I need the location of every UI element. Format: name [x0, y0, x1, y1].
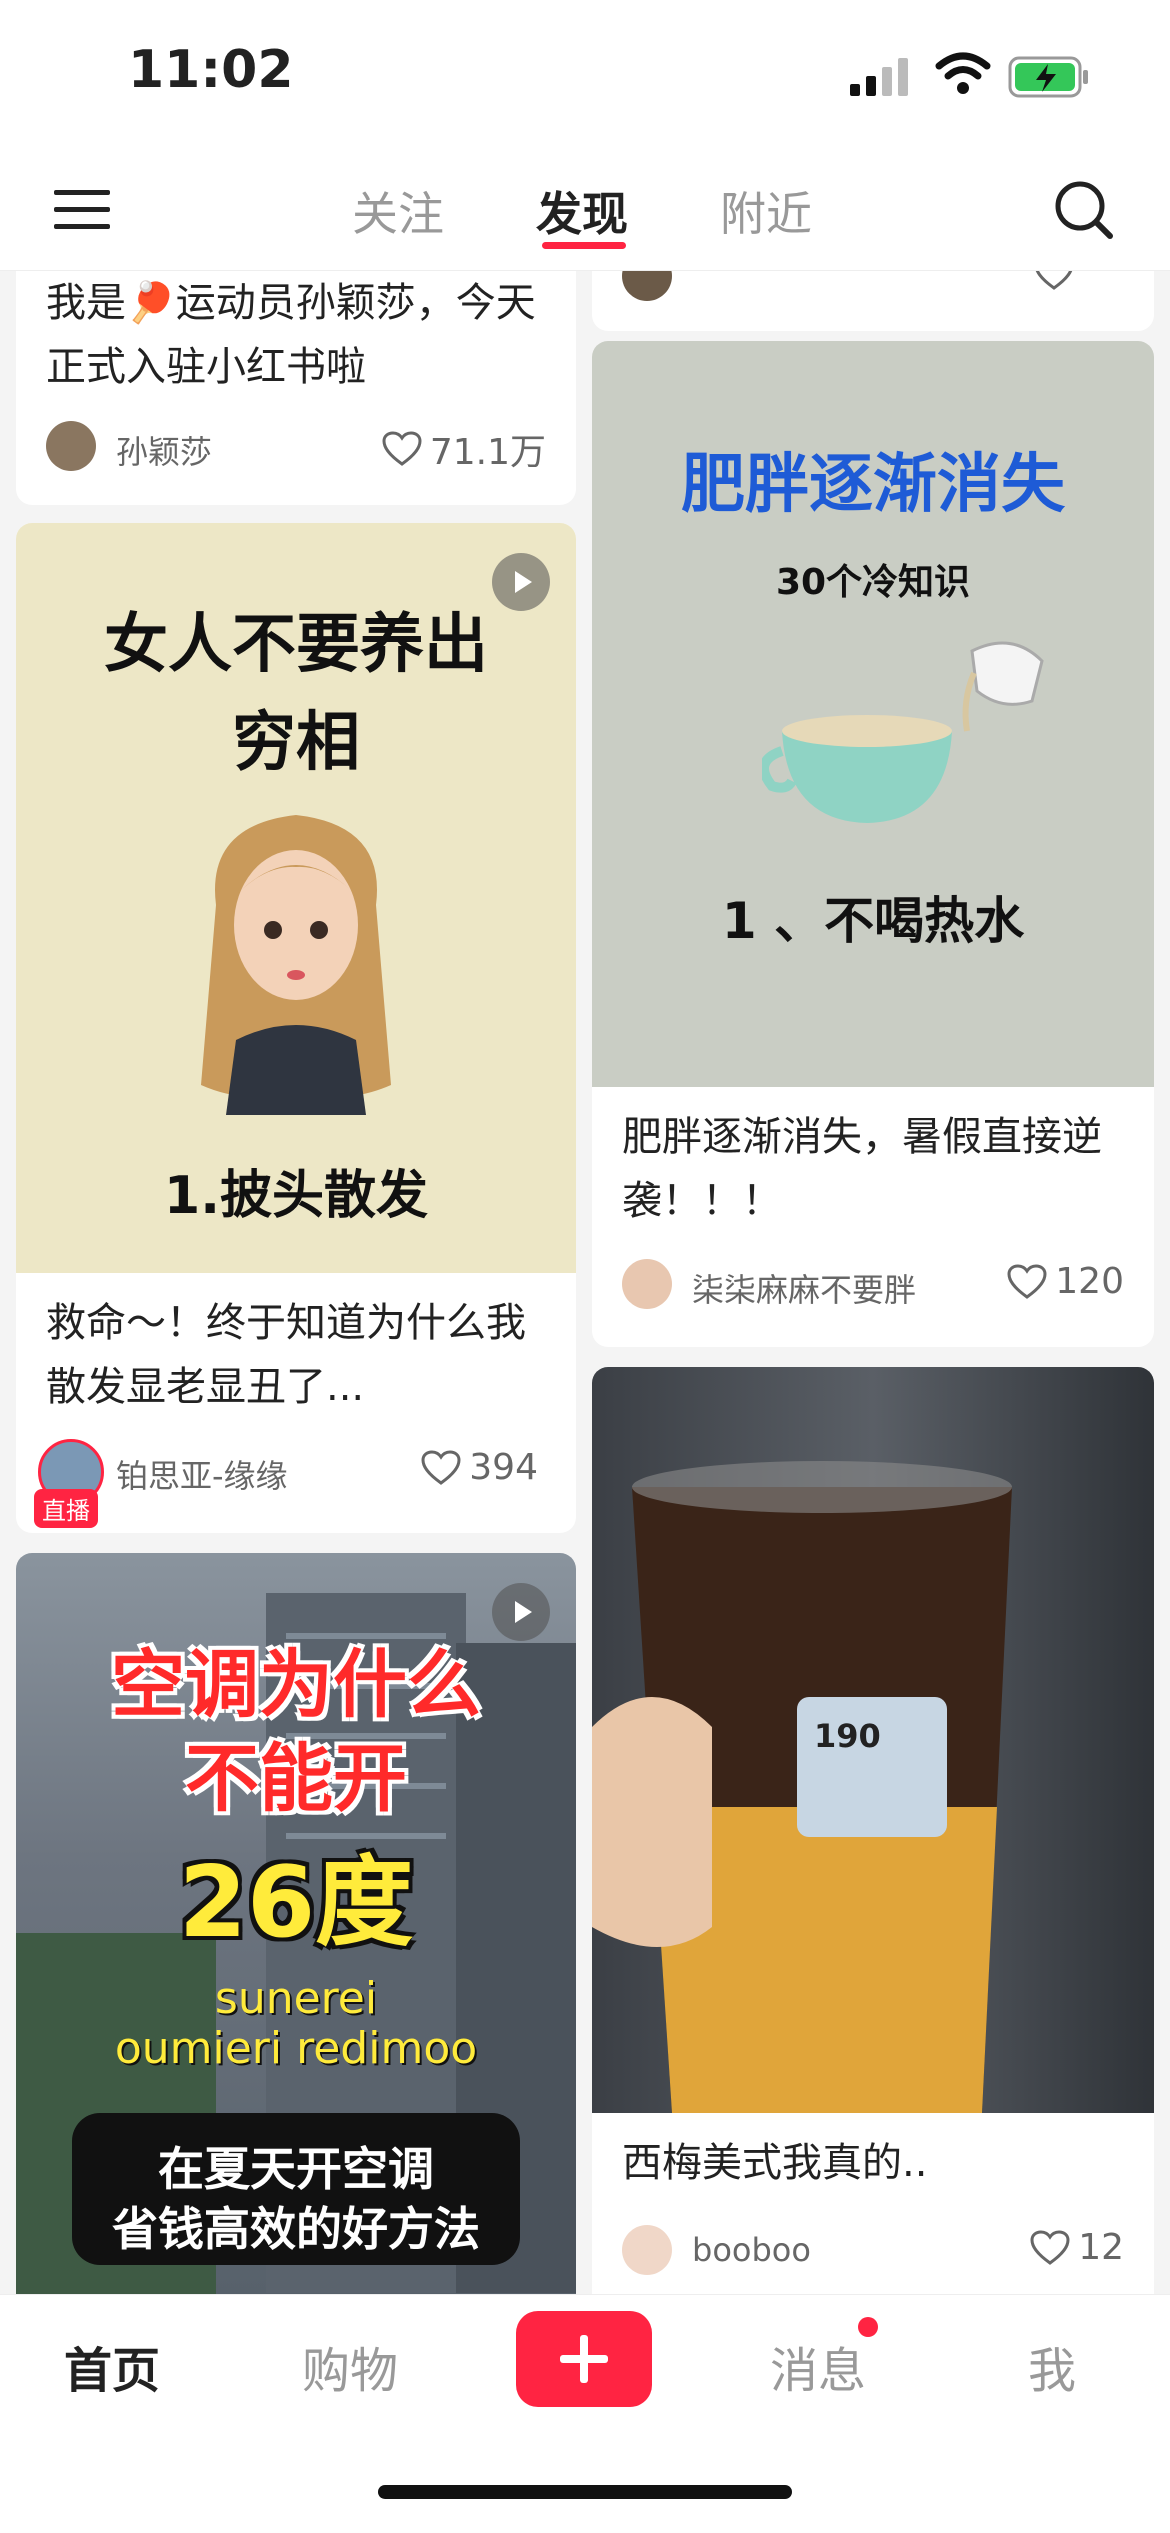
- heart-icon: [1035, 271, 1073, 290]
- heart-icon: [1030, 2229, 1070, 2265]
- like-count[interactable]: 71.1万: [382, 423, 546, 475]
- battery-charging-icon: [1008, 56, 1088, 98]
- cover-banner-line: 省钱高效的好方法: [112, 2202, 480, 2256]
- bottom-tab-bar: 首页 购物 消息 我: [0, 2294, 1170, 2533]
- cover-subtitle: 30个冷知识: [775, 562, 971, 603]
- discover-feed[interactable]: 我是🏓运动员孙颖莎，今天正式入驻小红书啦 孙颖莎 71.1万 女人不要养出 穷相: [0, 271, 1170, 2294]
- like-count-text: 394: [469, 1447, 538, 1488]
- cover-caption: sunerei: [214, 1973, 378, 2024]
- avatar[interactable]: [622, 1259, 672, 1309]
- like-count-text: 120: [1055, 1261, 1124, 1302]
- note-card[interactable]: 女人不要养出 穷相 1.披头散发 救命～！终于知道为什么我散发显老显丑了... …: [16, 523, 576, 1533]
- author-name[interactable]: 柒柒麻麻不要胖: [692, 1265, 916, 1311]
- note-cover: 190: [592, 1367, 1154, 2113]
- tab-shopping[interactable]: 购物: [302, 2331, 398, 2401]
- like-count-text: 71.1万: [429, 432, 546, 473]
- note-title: 我是🏓运动员孙颖莎，今天正式入驻小红书啦: [46, 280, 536, 390]
- like-count[interactable]: 120: [1007, 1261, 1124, 1302]
- cover-headline: 不能开: [185, 1736, 407, 1822]
- cartoon-woman-illustration: [201, 815, 391, 1115]
- cover-banner-line: 在夏天开空调: [158, 2142, 434, 2196]
- note-cover: 女人不要养出 穷相 1.披头散发: [16, 523, 576, 1273]
- author-name[interactable]: 孙颖莎: [116, 427, 212, 473]
- like-count-text: 12: [1078, 2227, 1124, 2268]
- tab-nearby[interactable]: 附近: [720, 178, 812, 244]
- heart-icon: [382, 431, 422, 466]
- cover-subtitle: 1.披头散发: [164, 1166, 428, 1226]
- notification-dot: [858, 2317, 878, 2337]
- note-meta: 直播 铂思亚-缘缘 394: [34, 1439, 546, 1528]
- note-card[interactable]: 空调为什么 不能开 26度 sunerei oumieri redimoo 在夏…: [16, 1553, 576, 2294]
- tab-home[interactable]: 首页: [64, 2331, 160, 2401]
- cover-banner: 在夏天开空调 省钱高效的好方法: [72, 2113, 520, 2265]
- publish-button[interactable]: [516, 2311, 652, 2407]
- tab-follow[interactable]: 关注: [352, 178, 444, 244]
- note-meta: 孙颖莎 71.1万: [46, 421, 546, 473]
- note-card[interactable]: [592, 271, 1154, 331]
- video-play-icon: [492, 553, 550, 611]
- note-card[interactable]: 我是🏓运动员孙颖莎，今天正式入驻小红书啦 孙颖莎 71.1万: [16, 271, 576, 505]
- status-bar: 11:02: [0, 0, 1170, 150]
- note-card[interactable]: 190 西梅美式我真的.. booboo 12: [592, 1367, 1154, 2294]
- cup-sticker-number: 190: [814, 1717, 881, 1755]
- note-meta: 柒柒麻麻不要胖 120: [622, 1259, 1124, 1311]
- heart-icon: [1007, 1263, 1047, 1299]
- note-title: 救命～！终于知道为什么我散发显老显丑了...: [46, 1300, 526, 1410]
- video-play-icon: [492, 1583, 550, 1641]
- cellular-signal-icon: [850, 58, 908, 96]
- search-icon[interactable]: [1052, 178, 1116, 242]
- avatar[interactable]: [46, 421, 96, 471]
- like-count[interactable]: 394: [421, 1447, 538, 1488]
- plus-icon: [560, 2335, 608, 2383]
- note-meta: booboo 12: [622, 2225, 1124, 2277]
- top-nav: 关注 发现 附近: [0, 150, 1170, 271]
- note-cover: 空调为什么 不能开 26度 sunerei oumieri redimoo 在夏…: [16, 1553, 576, 2294]
- avatar[interactable]: [622, 271, 672, 301]
- live-badge: 直播: [34, 1489, 98, 1528]
- tab-discover[interactable]: 发现: [536, 178, 628, 244]
- note-cover: 肥胖逐渐消失 30个冷知识 1 、不喝热水: [592, 341, 1154, 1087]
- note-title: 西梅美式我真的..: [622, 2140, 928, 2186]
- author-name[interactable]: 铂思亚-缘缘: [116, 1451, 288, 1497]
- status-time: 11:02: [128, 40, 294, 100]
- tab-me[interactable]: 我: [1028, 2331, 1076, 2401]
- cover-number: 26度: [178, 1846, 414, 1960]
- note-title: 肥胖逐渐消失，暑假直接逆袭！！！: [622, 1114, 1102, 1224]
- avatar[interactable]: [622, 2225, 672, 2275]
- note-card[interactable]: 肥胖逐渐消失 30个冷知识 1 、不喝热水 肥胖逐渐消失，暑假直接逆袭！！！ 柒…: [592, 341, 1154, 1347]
- like-count[interactable]: 12: [1030, 2227, 1124, 2268]
- teacup-illustration: [762, 641, 1044, 823]
- wifi-icon: [935, 52, 991, 94]
- active-tab-indicator: [542, 242, 626, 249]
- cover-subtitle: 1 、不喝热水: [721, 892, 1025, 950]
- menu-icon[interactable]: [52, 180, 112, 240]
- cover-headline: 空调为什么: [111, 1642, 481, 1728]
- heart-icon: [421, 1449, 461, 1485]
- home-indicator: [378, 2485, 792, 2499]
- author-name[interactable]: booboo: [692, 2231, 811, 2269]
- cover-headline: 肥胖逐渐消失: [681, 448, 1065, 522]
- cover-caption: oumieri redimoo: [114, 2023, 478, 2074]
- cover-headline: 穷相: [232, 706, 360, 780]
- tab-messages[interactable]: 消息: [770, 2331, 866, 2401]
